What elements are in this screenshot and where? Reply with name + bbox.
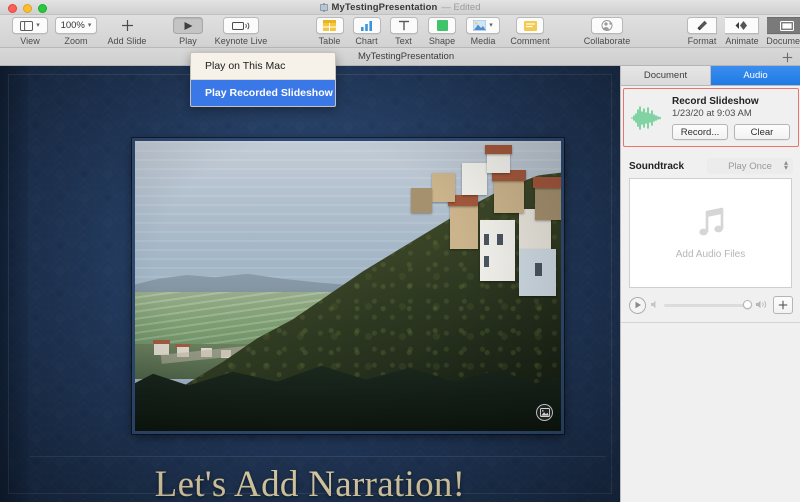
view-label: View <box>20 36 40 46</box>
zoom-value: 100% <box>60 20 85 31</box>
collaborate-person-icon <box>600 20 614 31</box>
record-slideshow-date: 1/23/20 at 9:03 AM <box>672 108 752 119</box>
record-slideshow-section: Record Slideshow 1/23/20 at 9:03 AM Reco… <box>623 88 799 147</box>
green-square-shape-icon <box>436 20 448 31</box>
collaborate-label: Collaborate <box>583 36 631 46</box>
edited-status: — Edited <box>441 2 481 13</box>
play-label: Play <box>179 36 197 46</box>
play-dropdown-menu: Play on This Mac Play Recorded Slideshow <box>190 52 336 107</box>
slide-canvas[interactable]: Let's Add Narration! You can easily reco… <box>0 66 620 502</box>
chevron-down-icon: ▾ <box>87 22 92 29</box>
comment-button[interactable]: Comment <box>504 15 556 46</box>
chart-button[interactable]: Chart <box>348 15 385 46</box>
format-button[interactable]: Format <box>683 15 721 46</box>
zoom-button[interactable]: 100% ▾ Zoom <box>52 15 100 46</box>
plus-icon <box>778 300 788 310</box>
chart-label: Chart <box>355 36 378 46</box>
record-button[interactable]: Record... <box>672 124 728 140</box>
audio-playback-controls <box>629 294 793 316</box>
add-slide-label: Add Slide <box>107 36 147 46</box>
comment-label: Comment <box>510 36 550 46</box>
view-panes-icon <box>20 20 34 31</box>
text-t-icon <box>398 20 410 31</box>
plus-icon <box>121 19 134 32</box>
keynote-doc-icon <box>319 3 328 12</box>
music-notes-icon <box>696 206 726 243</box>
soundtrack-header: Soundtrack Play Once ▴ ▾ <box>629 158 793 174</box>
inspector-tabs: Document Audio <box>621 66 800 86</box>
add-audio-files-text: Add Audio Files <box>675 249 746 260</box>
document-tabbar: MyTestingPresentation <box>0 48 800 66</box>
text-label: Text <box>395 36 412 46</box>
soundtrack-mode-value: Play Once <box>728 160 772 172</box>
format-label: Format <box>687 36 717 46</box>
inspector-panel: Document Audio Record Slideshow 1/23/20 … <box>620 66 800 502</box>
media-photo-icon <box>473 20 487 31</box>
chevron-down-icon: ▾ <box>489 22 493 29</box>
document-title-group: MyTestingPresentation — Edited <box>0 0 800 15</box>
clear-button[interactable]: Clear <box>734 124 790 140</box>
shape-label: Shape <box>428 36 456 46</box>
table-icon <box>323 20 336 31</box>
add-slide-button[interactable]: Add Slide <box>100 15 154 46</box>
play-circle-icon[interactable] <box>629 296 646 314</box>
toolbar-insert-group: Table Chart Text Shape ▾ Media Comment <box>311 15 556 46</box>
slide-vignette <box>0 66 620 502</box>
menu-item-play-on-this-mac[interactable]: Play on This Mac <box>191 53 335 79</box>
main-toolbar: ▾ View 100% ▾ Zoom Add Slide Play Keynot… <box>0 15 800 48</box>
bar-chart-icon <box>360 20 373 31</box>
toolbar-right-group: Format Animate Document <box>683 15 800 46</box>
comment-note-icon <box>523 20 537 31</box>
record-buttons: Record... Clear <box>672 124 798 140</box>
document-button[interactable]: Document <box>763 15 800 46</box>
play-triangle-icon <box>183 21 194 31</box>
menu-item-play-recorded-slideshow[interactable]: Play Recorded Slideshow <box>191 80 335 106</box>
tab-mytestingpresentation[interactable]: MyTestingPresentation <box>358 51 454 62</box>
collaborate-button[interactable]: Collaborate <box>577 15 637 46</box>
media-label: Media <box>470 36 496 46</box>
format-brush-icon <box>696 20 708 31</box>
audio-files-dropzone[interactable]: Add Audio Files <box>629 178 792 288</box>
toolbar-play-group: Play Keynote Live <box>170 15 276 46</box>
speaker-high-icon <box>756 296 768 314</box>
record-info: Record Slideshow 1/23/20 at 9:03 AM Reco… <box>672 89 798 146</box>
keynote-window: MyTestingPresentation — Edited ▾ View 10… <box>0 0 800 502</box>
inspector-separator <box>621 322 800 323</box>
animate-button[interactable]: Animate <box>721 15 763 46</box>
table-button[interactable]: Table <box>311 15 348 46</box>
media-button[interactable]: ▾ Media <box>462 15 504 46</box>
tab-audio[interactable]: Audio <box>711 66 800 85</box>
volume-slider-knob[interactable] <box>743 300 752 309</box>
speaker-low-icon <box>651 296 659 314</box>
plus-icon <box>782 52 792 62</box>
soundtrack-mode-select[interactable]: Play Once ▴ ▾ <box>707 158 793 174</box>
animate-diamond-icon <box>735 20 749 31</box>
audio-waveform-icon <box>624 89 672 146</box>
animate-label: Animate <box>725 36 759 46</box>
text-button[interactable]: Text <box>385 15 422 46</box>
shape-button[interactable]: Shape <box>422 15 462 46</box>
add-audio-button[interactable] <box>773 296 793 314</box>
window-titlebar: MyTestingPresentation — Edited <box>0 0 800 15</box>
table-label: Table <box>318 36 341 46</box>
add-tab-button[interactable] <box>780 50 794 64</box>
keynote-live-icon <box>232 21 250 31</box>
play-button[interactable]: Play <box>170 15 206 46</box>
document-label: Document <box>766 36 800 46</box>
soundtrack-label: Soundtrack <box>629 160 685 172</box>
volume-slider[interactable] <box>664 300 752 309</box>
stepper-updown-icon: ▴ ▾ <box>783 158 788 172</box>
zoom-label: Zoom <box>64 36 88 46</box>
record-slideshow-title: Record Slideshow <box>672 96 759 107</box>
toolbar-collaborate-group: Collaborate <box>577 15 637 46</box>
slide[interactable]: Let's Add Narration! You can easily reco… <box>0 66 620 502</box>
view-button[interactable]: ▾ View <box>8 15 52 46</box>
document-title: MyTestingPresentation <box>331 2 438 13</box>
keynote-live-label: Keynote Live <box>214 36 268 46</box>
chevron-down-icon: ▾ <box>36 22 40 29</box>
tab-document[interactable]: Document <box>621 66 711 85</box>
document-panel-icon <box>779 20 794 31</box>
keynote-live-button[interactable]: Keynote Live <box>206 15 276 46</box>
toolbar-left-group: ▾ View 100% ▾ Zoom Add Slide <box>8 15 154 46</box>
